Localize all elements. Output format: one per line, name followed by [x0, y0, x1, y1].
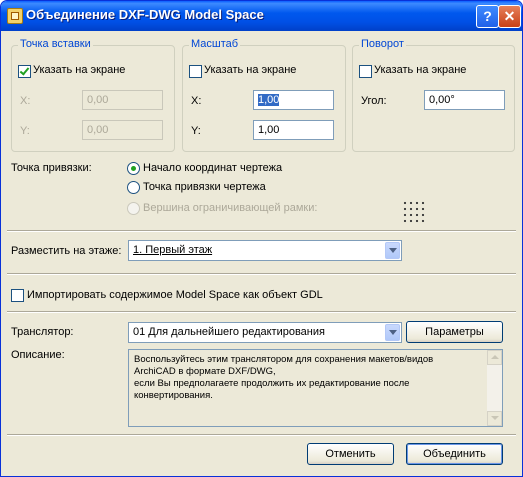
- parameters-button[interactable]: Параметры: [406, 321, 503, 343]
- scroll-down-icon[interactable]: [487, 411, 502, 426]
- insertion-point-title: Точка вставки: [18, 38, 93, 50]
- description-line: если Вы предполагаете продолжить их реда…: [134, 378, 410, 389]
- anchor-label: Точка привязки:: [11, 162, 92, 174]
- insertion-x-field[interactable]: 0,00: [82, 90, 163, 110]
- anchor-radio-origin[interactable]: [127, 162, 140, 175]
- separator-4: [7, 434, 516, 436]
- description-line: Воспользуйтесь этим транслятором для сох…: [134, 354, 434, 365]
- description-line: ArchiCAD в формате DXF/DWG,: [134, 366, 276, 377]
- scale-x-field[interactable]: 1,00: [253, 90, 334, 110]
- app-icon: [7, 8, 23, 24]
- floor-select-value: 1. Первый этаж: [133, 244, 213, 256]
- separator-1: [7, 230, 516, 232]
- insertion-y-label: Y:: [20, 125, 30, 137]
- description-scrollbar[interactable]: [487, 350, 502, 426]
- anchor-radio-bounding-box[interactable]: [127, 202, 140, 215]
- help-button[interactable]: ?: [476, 5, 499, 28]
- description-box: Воспользуйтесь этим транслятором для сох…: [128, 349, 503, 427]
- scale-specify-checkbox[interactable]: [189, 65, 202, 78]
- scale-title: Масштаб: [189, 38, 241, 50]
- scroll-up-icon[interactable]: [487, 350, 502, 365]
- rotation-angle-label: Угол:: [361, 95, 387, 107]
- anchor-radio-drawing-point[interactable]: [127, 181, 140, 194]
- chevron-down-icon[interactable]: [385, 324, 400, 341]
- translator-select-value: 01 Для дальнейшего редактирования: [133, 326, 325, 338]
- scale-specify-label[interactable]: Указать на экране: [204, 64, 296, 76]
- anchor-option-drawing-point[interactable]: Точка привязки чертежа: [143, 181, 266, 193]
- description-line: конвертирования.: [134, 390, 213, 401]
- title-bar[interactable]: Объединение DXF-DWG Model Space ? ✕: [1, 1, 522, 31]
- translator-select[interactable]: 01 Для дальнейшего редактирования: [128, 322, 402, 343]
- separator-3: [7, 311, 516, 313]
- separator-2: [7, 273, 516, 275]
- insertion-specify-checkbox[interactable]: [18, 65, 31, 78]
- scale-x-value: 1,00: [258, 94, 280, 106]
- anchor-option-origin[interactable]: Начало координат чертежа: [143, 162, 282, 174]
- gdl-import-label[interactable]: Импортировать содержимое Model Space как…: [27, 289, 323, 301]
- translator-label: Транслятор:: [11, 326, 74, 338]
- floor-label: Разместить на этаже:: [11, 245, 122, 257]
- insertion-y-field[interactable]: 0,00: [82, 120, 163, 140]
- chevron-down-icon[interactable]: [385, 242, 400, 259]
- close-button[interactable]: ✕: [498, 5, 521, 28]
- gdl-import-checkbox[interactable]: [11, 289, 24, 302]
- insertion-specify-label[interactable]: Указать на экране: [33, 64, 125, 76]
- bounding-box-points-icon: [402, 200, 426, 224]
- anchor-option-bounding-box[interactable]: Вершина ограничивающей рамки:: [143, 202, 317, 214]
- description-label: Описание:: [11, 349, 65, 361]
- scale-y-label: Y:: [191, 125, 201, 137]
- rotation-specify-label[interactable]: Указать на экране: [374, 64, 466, 76]
- floor-select[interactable]: 1. Первый этаж: [128, 240, 402, 261]
- rotation-specify-checkbox[interactable]: [359, 65, 372, 78]
- scale-x-label: X:: [191, 95, 202, 107]
- rotation-angle-field[interactable]: 0,00°: [424, 90, 505, 110]
- merge-button[interactable]: Объединить: [406, 443, 503, 465]
- insertion-x-label: X:: [20, 95, 31, 107]
- window-title: Объединение DXF-DWG Model Space: [26, 7, 264, 22]
- scale-y-field[interactable]: 1,00: [253, 120, 334, 140]
- cancel-button[interactable]: Отменить: [307, 443, 394, 465]
- merge-dialog: Объединение DXF-DWG Model Space ? ✕ Точк…: [0, 0, 523, 477]
- rotation-title: Поворот: [359, 38, 406, 50]
